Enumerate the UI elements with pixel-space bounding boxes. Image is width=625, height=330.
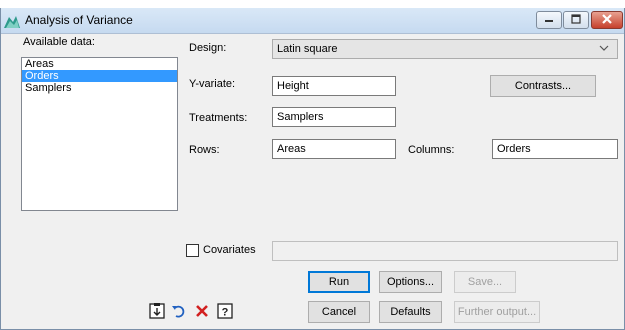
rows-label: Rows: (189, 144, 220, 156)
close-icon (601, 13, 613, 28)
anova-chart-icon (4, 13, 20, 29)
treatments-label: Treatments: (189, 112, 248, 124)
window-title: Analysis of Variance (25, 13, 133, 27)
help-button[interactable]: ? (215, 302, 235, 322)
covariates-label: Covariates (203, 244, 256, 256)
available-data-list[interactable]: Areas Orders Samplers (21, 57, 178, 211)
save-button[interactable]: Save... (454, 271, 516, 293)
anova-dialog: Analysis of Variance Available data: Are… (0, 8, 625, 330)
yvariate-label: Y-variate: (189, 78, 236, 90)
further-output-button[interactable]: Further output... (454, 301, 540, 323)
copy-to-clipboard-icon (148, 302, 166, 323)
options-button[interactable]: Options... (379, 271, 442, 293)
maximize-button[interactable] (563, 11, 589, 29)
title-bar[interactable]: Analysis of Variance (1, 8, 624, 34)
undo-button[interactable] (169, 302, 189, 322)
covariates-field[interactable] (272, 241, 618, 261)
defaults-button[interactable]: Defaults (379, 301, 442, 323)
undo-icon (171, 303, 187, 322)
maximize-icon (571, 13, 581, 27)
minimize-button[interactable] (536, 11, 562, 29)
copy-button[interactable] (147, 302, 167, 322)
yvariate-field[interactable]: Height (272, 76, 396, 96)
design-value: Latin square (277, 43, 338, 55)
design-label: Design: (189, 42, 227, 54)
list-item-orders[interactable]: Orders (22, 70, 177, 82)
help-icon: ? (216, 302, 234, 323)
minimize-icon (544, 14, 554, 26)
rows-field[interactable]: Areas (272, 139, 396, 159)
columns-label: Columns: (408, 144, 455, 156)
clear-button[interactable] (192, 302, 212, 322)
covariates-checkbox[interactable] (186, 244, 199, 257)
treatments-field[interactable]: Samplers (272, 107, 396, 127)
available-data-label: Available data: (23, 36, 95, 48)
run-button[interactable]: Run (308, 271, 370, 293)
close-button[interactable] (591, 11, 623, 29)
svg-text:?: ? (222, 306, 229, 318)
design-select[interactable]: Latin square (272, 39, 618, 59)
list-item-samplers[interactable]: Samplers (22, 82, 177, 94)
columns-field[interactable]: Orders (492, 139, 618, 159)
chevron-down-icon (599, 43, 609, 53)
cancel-button[interactable]: Cancel (308, 301, 370, 323)
clear-icon (194, 303, 210, 322)
list-item-areas[interactable]: Areas (22, 58, 177, 70)
contrasts-button[interactable]: Contrasts... (490, 75, 596, 97)
